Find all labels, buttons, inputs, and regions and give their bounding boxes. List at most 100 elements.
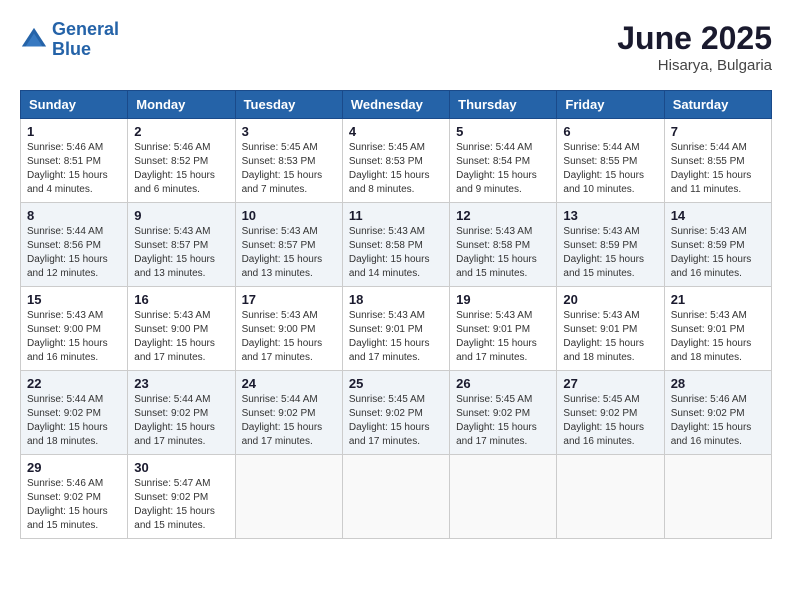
sunrise-text: Sunrise: 5:43 AM bbox=[456, 225, 550, 239]
sunset-text: Sunset: 9:02 PM bbox=[671, 407, 765, 421]
daylight-text: Daylight: 15 hours and 13 minutes. bbox=[242, 253, 336, 281]
sunrise-text: Sunrise: 5:46 AM bbox=[671, 393, 765, 407]
sunrise-text: Sunrise: 5:46 AM bbox=[27, 477, 121, 491]
calendar-cell bbox=[235, 455, 342, 539]
calendar-cell: 6 Sunrise: 5:44 AM Sunset: 8:55 PM Dayli… bbox=[557, 119, 664, 203]
day-number: 27 bbox=[563, 376, 657, 391]
sunset-text: Sunset: 9:02 PM bbox=[563, 407, 657, 421]
day-number: 21 bbox=[671, 292, 765, 307]
daylight-text: Daylight: 15 hours and 17 minutes. bbox=[134, 421, 228, 449]
sunset-text: Sunset: 8:56 PM bbox=[27, 239, 121, 253]
calendar-cell: 28 Sunrise: 5:46 AM Sunset: 9:02 PM Dayl… bbox=[664, 371, 771, 455]
calendar-cell: 24 Sunrise: 5:44 AM Sunset: 9:02 PM Dayl… bbox=[235, 371, 342, 455]
sunrise-text: Sunrise: 5:44 AM bbox=[27, 393, 121, 407]
day-info: Sunrise: 5:43 AM Sunset: 9:01 PM Dayligh… bbox=[671, 309, 765, 365]
day-info: Sunrise: 5:45 AM Sunset: 9:02 PM Dayligh… bbox=[456, 393, 550, 449]
sunrise-text: Sunrise: 5:43 AM bbox=[671, 309, 765, 323]
day-info: Sunrise: 5:43 AM Sunset: 8:57 PM Dayligh… bbox=[242, 225, 336, 281]
day-info: Sunrise: 5:44 AM Sunset: 8:55 PM Dayligh… bbox=[671, 141, 765, 197]
sunset-text: Sunset: 8:58 PM bbox=[456, 239, 550, 253]
day-info: Sunrise: 5:43 AM Sunset: 9:00 PM Dayligh… bbox=[134, 309, 228, 365]
calendar-week-row: 22 Sunrise: 5:44 AM Sunset: 9:02 PM Dayl… bbox=[21, 371, 772, 455]
calendar-cell: 16 Sunrise: 5:43 AM Sunset: 9:00 PM Dayl… bbox=[128, 287, 235, 371]
day-number: 17 bbox=[242, 292, 336, 307]
day-info: Sunrise: 5:43 AM Sunset: 8:59 PM Dayligh… bbox=[563, 225, 657, 281]
sunrise-text: Sunrise: 5:43 AM bbox=[242, 225, 336, 239]
day-info: Sunrise: 5:46 AM Sunset: 9:02 PM Dayligh… bbox=[671, 393, 765, 449]
sunset-text: Sunset: 9:02 PM bbox=[134, 491, 228, 505]
calendar-week-row: 8 Sunrise: 5:44 AM Sunset: 8:56 PM Dayli… bbox=[21, 203, 772, 287]
calendar-cell: 21 Sunrise: 5:43 AM Sunset: 9:01 PM Dayl… bbox=[664, 287, 771, 371]
calendar-cell: 26 Sunrise: 5:45 AM Sunset: 9:02 PM Dayl… bbox=[450, 371, 557, 455]
sunset-text: Sunset: 8:58 PM bbox=[349, 239, 443, 253]
day-info: Sunrise: 5:44 AM Sunset: 9:02 PM Dayligh… bbox=[27, 393, 121, 449]
day-info: Sunrise: 5:44 AM Sunset: 8:54 PM Dayligh… bbox=[456, 141, 550, 197]
day-info: Sunrise: 5:44 AM Sunset: 8:56 PM Dayligh… bbox=[27, 225, 121, 281]
day-number: 13 bbox=[563, 208, 657, 223]
day-number: 23 bbox=[134, 376, 228, 391]
day-number: 3 bbox=[242, 124, 336, 139]
daylight-text: Daylight: 15 hours and 17 minutes. bbox=[242, 421, 336, 449]
sunset-text: Sunset: 9:02 PM bbox=[242, 407, 336, 421]
daylight-text: Daylight: 15 hours and 16 minutes. bbox=[27, 337, 121, 365]
daylight-text: Daylight: 15 hours and 18 minutes. bbox=[563, 337, 657, 365]
day-number: 25 bbox=[349, 376, 443, 391]
sunrise-text: Sunrise: 5:47 AM bbox=[134, 477, 228, 491]
daylight-text: Daylight: 15 hours and 18 minutes. bbox=[671, 337, 765, 365]
sunrise-text: Sunrise: 5:44 AM bbox=[671, 141, 765, 155]
day-number: 7 bbox=[671, 124, 765, 139]
weekday-header: Monday bbox=[128, 91, 235, 119]
calendar-cell: 9 Sunrise: 5:43 AM Sunset: 8:57 PM Dayli… bbox=[128, 203, 235, 287]
day-number: 4 bbox=[349, 124, 443, 139]
weekday-header: Tuesday bbox=[235, 91, 342, 119]
sunset-text: Sunset: 8:51 PM bbox=[27, 155, 121, 169]
day-info: Sunrise: 5:45 AM Sunset: 9:02 PM Dayligh… bbox=[563, 393, 657, 449]
calendar-header-row: SundayMondayTuesdayWednesdayThursdayFrid… bbox=[21, 91, 772, 119]
day-number: 2 bbox=[134, 124, 228, 139]
day-number: 6 bbox=[563, 124, 657, 139]
calendar-cell: 3 Sunrise: 5:45 AM Sunset: 8:53 PM Dayli… bbox=[235, 119, 342, 203]
sunrise-text: Sunrise: 5:43 AM bbox=[27, 309, 121, 323]
daylight-text: Daylight: 15 hours and 17 minutes. bbox=[456, 337, 550, 365]
daylight-text: Daylight: 15 hours and 4 minutes. bbox=[27, 169, 121, 197]
daylight-text: Daylight: 15 hours and 17 minutes. bbox=[349, 337, 443, 365]
calendar-cell: 11 Sunrise: 5:43 AM Sunset: 8:58 PM Dayl… bbox=[342, 203, 449, 287]
sunset-text: Sunset: 9:01 PM bbox=[671, 323, 765, 337]
calendar-cell: 23 Sunrise: 5:44 AM Sunset: 9:02 PM Dayl… bbox=[128, 371, 235, 455]
day-info: Sunrise: 5:46 AM Sunset: 9:02 PM Dayligh… bbox=[27, 477, 121, 533]
day-number: 9 bbox=[134, 208, 228, 223]
calendar-table: SundayMondayTuesdayWednesdayThursdayFrid… bbox=[20, 90, 772, 539]
sunrise-text: Sunrise: 5:43 AM bbox=[456, 309, 550, 323]
sunset-text: Sunset: 9:00 PM bbox=[134, 323, 228, 337]
sunrise-text: Sunrise: 5:45 AM bbox=[563, 393, 657, 407]
day-info: Sunrise: 5:43 AM Sunset: 8:58 PM Dayligh… bbox=[349, 225, 443, 281]
sunrise-text: Sunrise: 5:43 AM bbox=[563, 309, 657, 323]
day-info: Sunrise: 5:44 AM Sunset: 9:02 PM Dayligh… bbox=[134, 393, 228, 449]
daylight-text: Daylight: 15 hours and 11 minutes. bbox=[671, 169, 765, 197]
calendar-cell: 10 Sunrise: 5:43 AM Sunset: 8:57 PM Dayl… bbox=[235, 203, 342, 287]
daylight-text: Daylight: 15 hours and 17 minutes. bbox=[242, 337, 336, 365]
daylight-text: Daylight: 15 hours and 16 minutes. bbox=[671, 421, 765, 449]
sunrise-text: Sunrise: 5:44 AM bbox=[456, 141, 550, 155]
daylight-text: Daylight: 15 hours and 17 minutes. bbox=[349, 421, 443, 449]
calendar-cell: 5 Sunrise: 5:44 AM Sunset: 8:54 PM Dayli… bbox=[450, 119, 557, 203]
day-number: 20 bbox=[563, 292, 657, 307]
sunrise-text: Sunrise: 5:43 AM bbox=[242, 309, 336, 323]
sunrise-text: Sunrise: 5:44 AM bbox=[27, 225, 121, 239]
day-info: Sunrise: 5:43 AM Sunset: 9:01 PM Dayligh… bbox=[349, 309, 443, 365]
day-number: 28 bbox=[671, 376, 765, 391]
calendar-cell: 19 Sunrise: 5:43 AM Sunset: 9:01 PM Dayl… bbox=[450, 287, 557, 371]
day-info: Sunrise: 5:43 AM Sunset: 9:01 PM Dayligh… bbox=[563, 309, 657, 365]
sunset-text: Sunset: 9:02 PM bbox=[456, 407, 550, 421]
logo-text: General Blue bbox=[52, 20, 119, 60]
sunset-text: Sunset: 9:02 PM bbox=[27, 491, 121, 505]
sunset-text: Sunset: 9:02 PM bbox=[349, 407, 443, 421]
sunrise-text: Sunrise: 5:46 AM bbox=[27, 141, 121, 155]
day-info: Sunrise: 5:43 AM Sunset: 9:00 PM Dayligh… bbox=[27, 309, 121, 365]
sunset-text: Sunset: 9:02 PM bbox=[134, 407, 228, 421]
day-info: Sunrise: 5:45 AM Sunset: 8:53 PM Dayligh… bbox=[349, 141, 443, 197]
sunset-text: Sunset: 8:59 PM bbox=[671, 239, 765, 253]
sunrise-text: Sunrise: 5:43 AM bbox=[563, 225, 657, 239]
sunset-text: Sunset: 9:02 PM bbox=[27, 407, 121, 421]
calendar-cell: 29 Sunrise: 5:46 AM Sunset: 9:02 PM Dayl… bbox=[21, 455, 128, 539]
